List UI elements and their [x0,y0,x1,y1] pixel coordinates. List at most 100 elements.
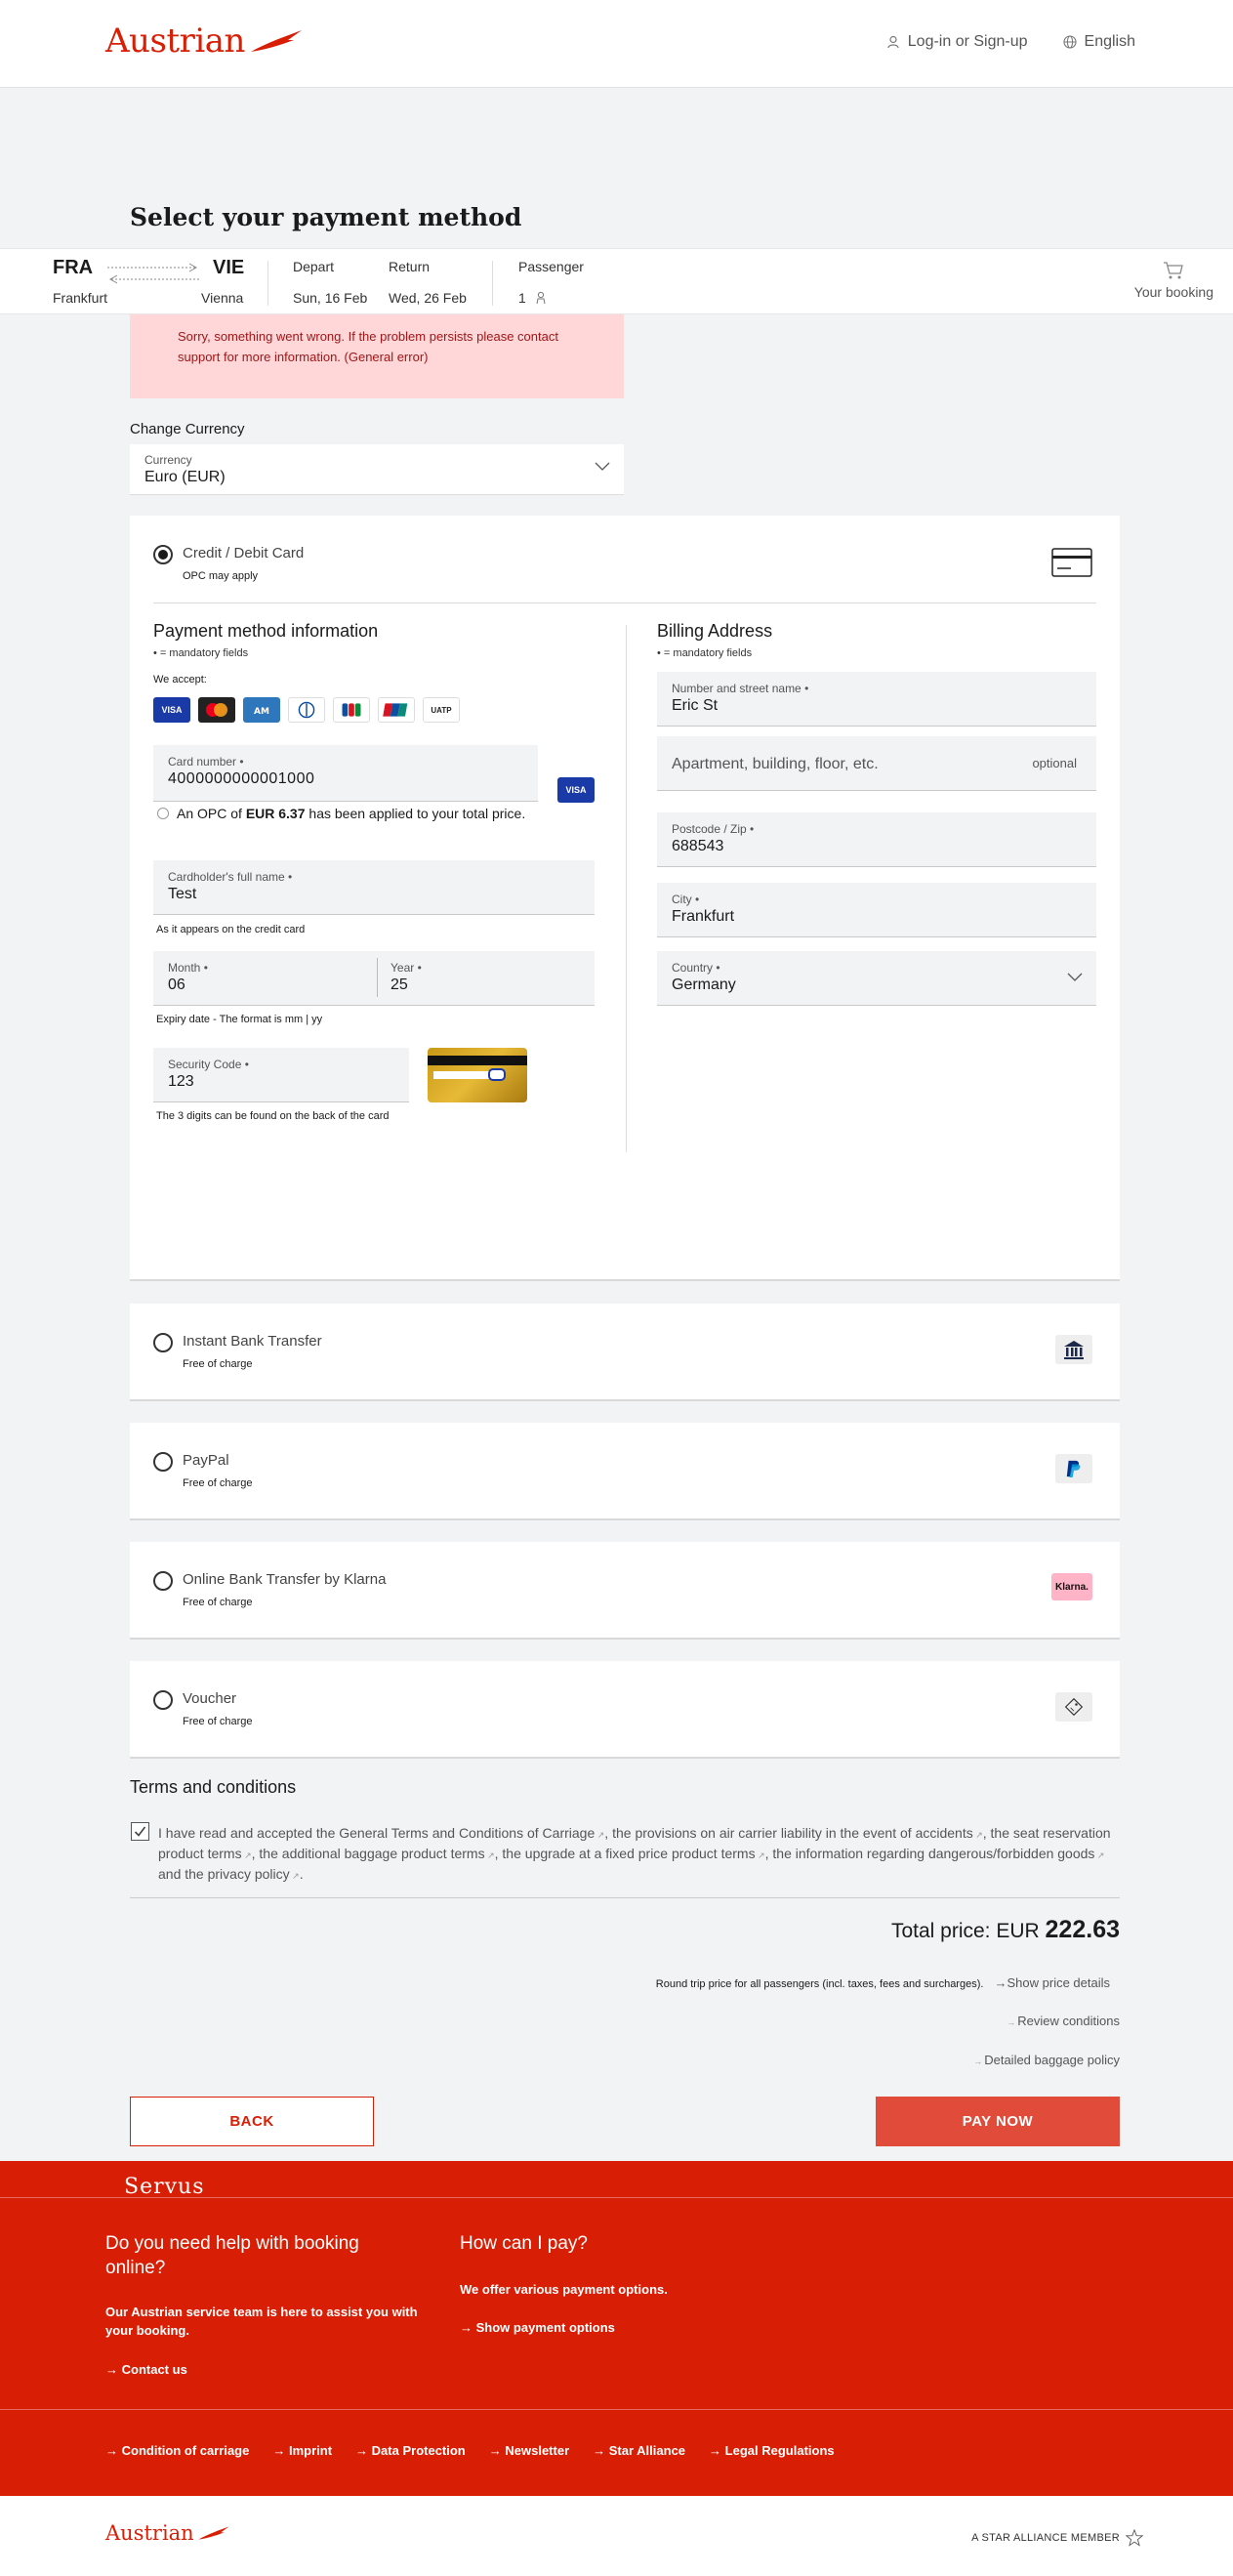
paypal-radio[interactable] [153,1452,173,1472]
currency-value: Euro (EUR) [144,469,226,485]
conditions-of-carriage-link[interactable]: General Terms and Conditions of Carriage [339,1825,604,1841]
year-field[interactable]: Year • 25 [376,951,595,1006]
baggage-policy-link[interactable]: Detailed baggage policy [973,2053,1120,2067]
opc-suffix: has been applied to your total price. [308,806,526,821]
credit-card-radio[interactable] [153,545,173,564]
method-title: Instant Bank Transfer [183,1333,322,1350]
booking-summary-bar: FRA Frankfurt VIE Vienna Depart Sun, 16 … [0,248,1233,314]
depart-label: Depart [293,259,335,274]
country-select[interactable]: Country • Germany [657,951,1096,1006]
card-number-label: Card number • [168,755,244,769]
credit-card-title[interactable]: Credit / Debit Card [183,545,304,561]
instant-bank-transfer-panel[interactable]: Instant Bank Transfer Free of charge [130,1304,1120,1401]
divider [267,261,268,306]
condition-of-carriage-link[interactable]: Condition of carriage [105,2443,250,2458]
divider [492,261,493,306]
security-code-field[interactable]: Security Code • 123 [153,1048,409,1102]
card-number-field[interactable]: Card number • 4000000000001000 [153,745,538,802]
optional-label: optional [1032,756,1077,770]
baggage-terms-link[interactable]: additional baggage product terms [282,1846,495,1861]
terms-text: I have read and accepted the General Ter… [158,1824,1120,1886]
country-label: Country • [672,961,720,975]
user-icon [887,35,899,49]
origin-code: FRA [53,257,94,278]
city-value: Frankfurt [672,908,735,925]
cardholder-label-text: Cardholder's full name [168,870,285,884]
round-trip-arrows-icon [107,263,199,284]
mandatory-text: = mandatory fields [663,647,753,659]
city-label-text: City [672,893,692,906]
privacy-policy-link[interactable]: privacy policy [208,1866,300,1882]
language-selector[interactable]: English [1062,33,1135,51]
svg-text:AM: AM [254,707,269,717]
country-label-text: Country [672,961,714,975]
contact-us-link[interactable]: Contact us [105,2362,187,2377]
person-icon [536,291,546,305]
cart-icon [1164,262,1184,279]
divider [153,602,1096,603]
month-label-text: Month [168,961,201,975]
street-value: Eric St [672,697,719,714]
pay-text: We offer various payment options. [460,2282,668,2297]
your-booking-button[interactable]: Your booking [1134,261,1213,300]
postcode-field[interactable]: Postcode / Zip • 688543 [657,812,1096,867]
carrier-liability-link[interactable]: provisions on air carrier liability in t… [635,1825,982,1841]
postcode-label: Postcode / Zip • [672,822,755,836]
klarna-radio[interactable] [153,1571,173,1591]
review-conditions-link[interactable]: Review conditions [1007,2014,1120,2028]
paypal-panel[interactable]: PayPal Free of charge [130,1423,1120,1520]
pay-now-button[interactable]: PAY NOW [876,2097,1120,2146]
year-label-text: Year [390,961,415,975]
postcode-label-text: Postcode / Zip [672,822,747,836]
opc-prefix: An OPC of [177,806,242,821]
austrian-footer-logo[interactable]: Austrian [105,2521,231,2545]
login-link[interactable]: Log-in or Sign-up [886,33,1028,51]
year-value: 25 [390,976,408,993]
data-protection-link[interactable]: Data Protection [355,2443,466,2458]
passenger-number: 1 [518,290,526,306]
voucher-radio[interactable] [153,1690,173,1710]
pay-title: How can I pay? [460,2233,588,2254]
upgrade-terms-link[interactable]: upgrade at a fixed price product terms [525,1846,765,1861]
amex-logo: AM [243,697,280,723]
voucher-panel[interactable]: Voucher Free of charge [130,1661,1120,1759]
expiry-hint: Expiry date - The format is mm | yy [156,1014,323,1025]
back-button[interactable]: BACK [130,2097,374,2146]
method-title: Online Bank Transfer by Klarna [183,1571,387,1588]
currency-select[interactable]: Currency Euro (EUR) [130,444,624,495]
paypal-icon [1055,1454,1092,1483]
terms-checkbox[interactable] [131,1822,149,1841]
city-field[interactable]: City • Frankfurt [657,883,1096,937]
method-subtitle: Free of charge [183,1597,253,1608]
terms-text-part: . [299,1866,304,1882]
austrian-logo[interactable]: Austrian [105,21,304,61]
brand-wordmark: Austrian [105,21,245,61]
street-field[interactable]: Number and street name • Eric St [657,672,1096,727]
opc-may-apply: OPC may apply [183,570,259,582]
cardholder-name-field[interactable]: Cardholder's full name • Test [153,860,595,915]
method-subtitle: Free of charge [183,1477,253,1489]
opc-amount: EUR 6.37 [245,806,306,821]
klarna-panel[interactable]: Online Bank Transfer by Klarna Free of c… [130,1542,1120,1640]
security-code-label: Security Code • [168,1058,249,1071]
imprint-link[interactable]: Imprint [272,2443,332,2458]
postcode-value: 688543 [672,838,724,854]
help-text: Our Austrian service team is here to ass… [105,2305,418,2338]
star-alliance-link[interactable]: Star Alliance [593,2443,685,2458]
total-price-amount: 222.63 [1045,1916,1120,1943]
show-payment-options-link[interactable]: Show payment options [460,2320,615,2335]
month-field[interactable]: Month • 06 [153,951,376,1006]
show-price-details-link[interactable]: →Show price details [995,1975,1111,1990]
unionpay-logo [378,697,415,723]
apartment-field[interactable]: Apartment, building, floor, etc. optiona… [657,736,1096,791]
help-title: Do you need help with booking online? [105,2233,359,2278]
legal-regulations-link[interactable]: Legal Regulations [709,2443,835,2458]
city-label: City • [672,893,700,906]
newsletter-link[interactable]: Newsletter [489,2443,569,2458]
terms-text-part: , the [982,1825,1010,1841]
brand-wordmark: Austrian [105,2521,194,2545]
destination-code: VIE [213,257,245,278]
dangerous-goods-link[interactable]: information regarding dangerous/forbidde… [796,1846,1105,1861]
instant-bank-transfer-radio[interactable] [153,1333,173,1352]
star-alliance-icon [1126,2529,1143,2547]
